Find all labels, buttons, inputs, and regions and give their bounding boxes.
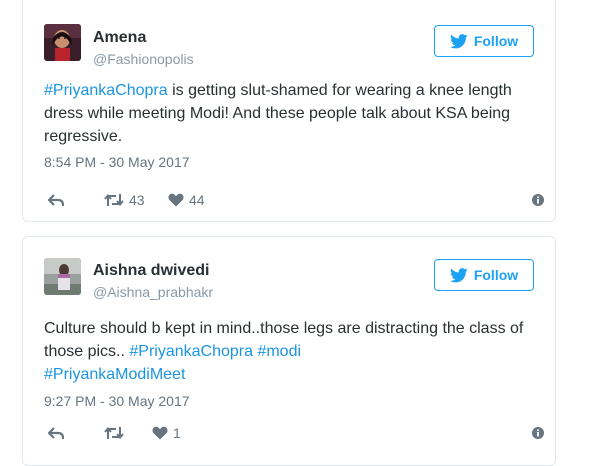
heart-icon: [152, 426, 168, 440]
like-count: 1: [173, 425, 181, 441]
hashtag-link[interactable]: #PriyankaChopra: [44, 82, 168, 99]
tweet-timestamp[interactable]: 9:27 PM - 30 May 2017: [44, 393, 190, 409]
user-handle[interactable]: @Fashionopolis: [93, 51, 194, 67]
hashtag-link[interactable]: #PriyankaModiMeet: [44, 366, 185, 383]
tweet-text: Culture should b kept in mind..those leg…: [44, 317, 544, 386]
like-button[interactable]: 44: [168, 190, 205, 210]
reply-button[interactable]: [48, 423, 64, 443]
info-button[interactable]: [532, 426, 544, 444]
tweet-timestamp[interactable]: 8:54 PM - 30 May 2017: [44, 154, 190, 170]
hashtag-link[interactable]: #PriyankaChopra: [129, 343, 253, 360]
like-count: 44: [189, 192, 205, 208]
tweet-card: Aishna dwivedi @Aishna_prabhakr Follow C…: [22, 236, 556, 466]
reply-button[interactable]: [48, 190, 64, 210]
reply-icon: [48, 426, 64, 439]
reply-icon: [48, 193, 64, 206]
tweet-actions: 1: [44, 423, 544, 443]
user-handle[interactable]: @Aishna_prabhakr: [93, 284, 213, 300]
heart-icon: [168, 193, 184, 207]
display-name[interactable]: Amena: [93, 29, 146, 47]
twitter-bird-icon: [449, 267, 468, 282]
avatar[interactable]: [44, 24, 81, 61]
info-icon: [532, 427, 544, 439]
retweet-button[interactable]: [104, 423, 129, 443]
display-name[interactable]: Aishna dwivedi: [93, 262, 209, 280]
like-button[interactable]: 1: [152, 423, 181, 443]
follow-button[interactable]: Follow: [434, 259, 534, 291]
tweet-card: Amena @Fashionopolis Follow #PriyankaCho…: [22, 0, 556, 222]
tweet-text: #PriyankaChopra is getting slut-shamed f…: [44, 79, 544, 148]
retweet-count: 43: [129, 192, 145, 208]
info-icon: [532, 194, 544, 206]
retweet-button[interactable]: 43: [104, 190, 145, 210]
follow-label: Follow: [473, 33, 519, 49]
twitter-bird-icon: [449, 33, 468, 48]
follow-button[interactable]: Follow: [434, 25, 534, 57]
avatar[interactable]: [44, 258, 81, 295]
retweet-icon: [104, 193, 124, 207]
retweet-icon: [104, 426, 124, 440]
tweet-actions: 43 44: [44, 190, 544, 210]
info-button[interactable]: [532, 193, 544, 211]
follow-label: Follow: [473, 267, 519, 283]
hashtag-link[interactable]: #modi: [257, 343, 301, 360]
